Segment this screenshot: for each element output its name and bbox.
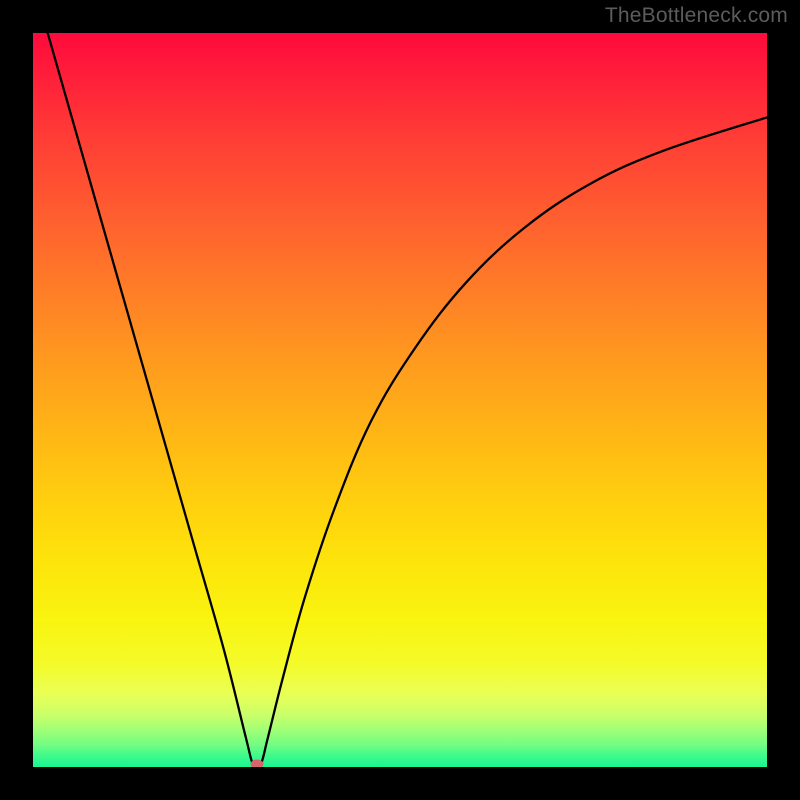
minimum-marker — [250, 760, 263, 767]
curve-path — [48, 33, 767, 767]
plot-area — [33, 33, 767, 767]
watermark-text: TheBottleneck.com — [605, 4, 788, 28]
chart-frame: TheBottleneck.com — [0, 0, 800, 800]
curve-svg — [33, 33, 767, 767]
